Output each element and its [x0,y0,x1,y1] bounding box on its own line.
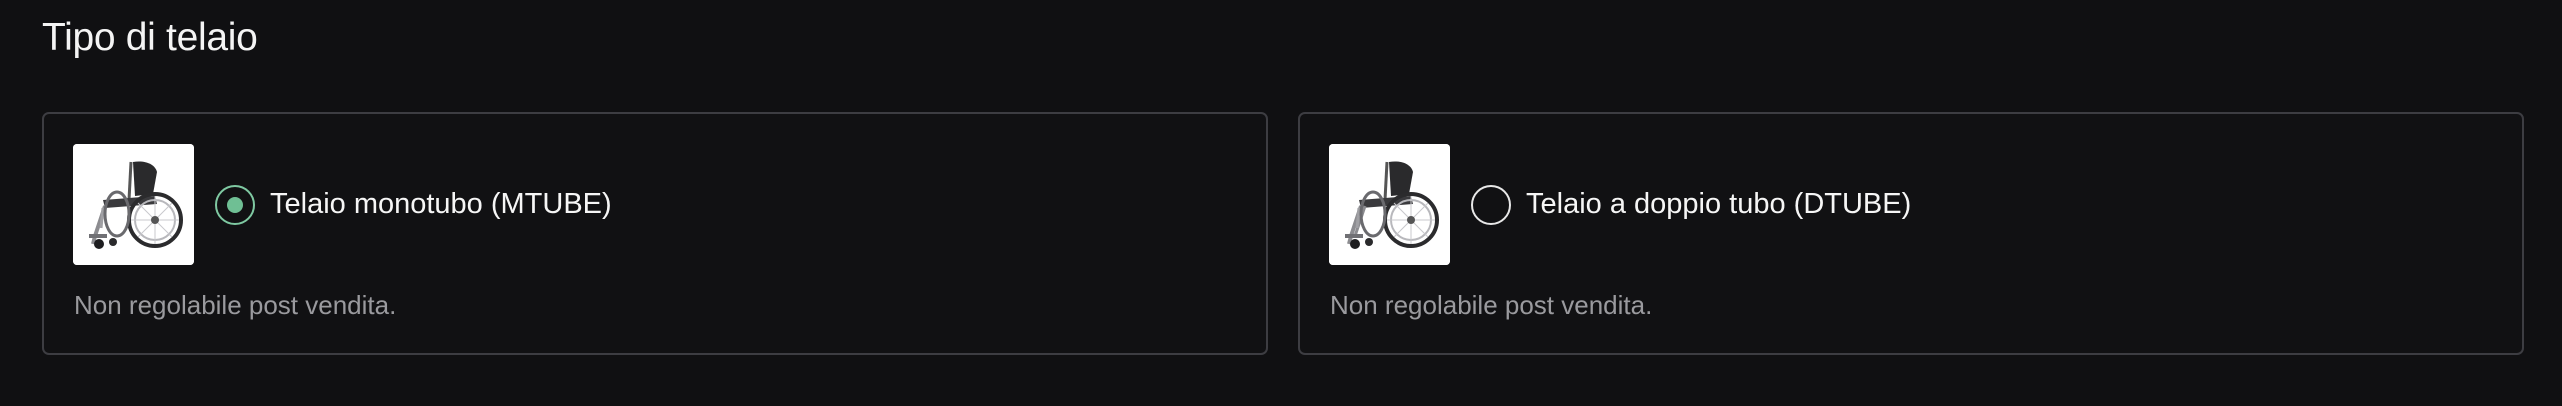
option-note-mtube: Non regolabile post vendita. [74,290,397,320]
option-label-mtube: Telaio monotubo (MTUBE) [270,188,612,220]
radio-dtube[interactable] [1471,185,1511,225]
radio-selected-dot [227,197,243,213]
wheelchair-thumbnail [73,144,194,265]
wheelchair-thumbnail [1329,144,1450,265]
radio-mtube[interactable] [215,185,255,225]
frame-option-mtube[interactable]: Telaio monotubo (MTUBE) Non regolabile p… [42,112,1268,355]
option-note-dtube: Non regolabile post vendita. [1330,290,1653,320]
wheelchair-image-icon [73,144,194,265]
frame-type-section: Tipo di telaio Telaio monotubo (MTUBE) N… [0,0,2562,406]
wheelchair-image-icon [1329,144,1450,265]
option-label-dtube: Telaio a doppio tubo (DTUBE) [1526,188,1912,220]
section-title: Tipo di telaio [42,16,258,59]
frame-option-dtube[interactable]: Telaio a doppio tubo (DTUBE) Non regolab… [1298,112,2524,355]
